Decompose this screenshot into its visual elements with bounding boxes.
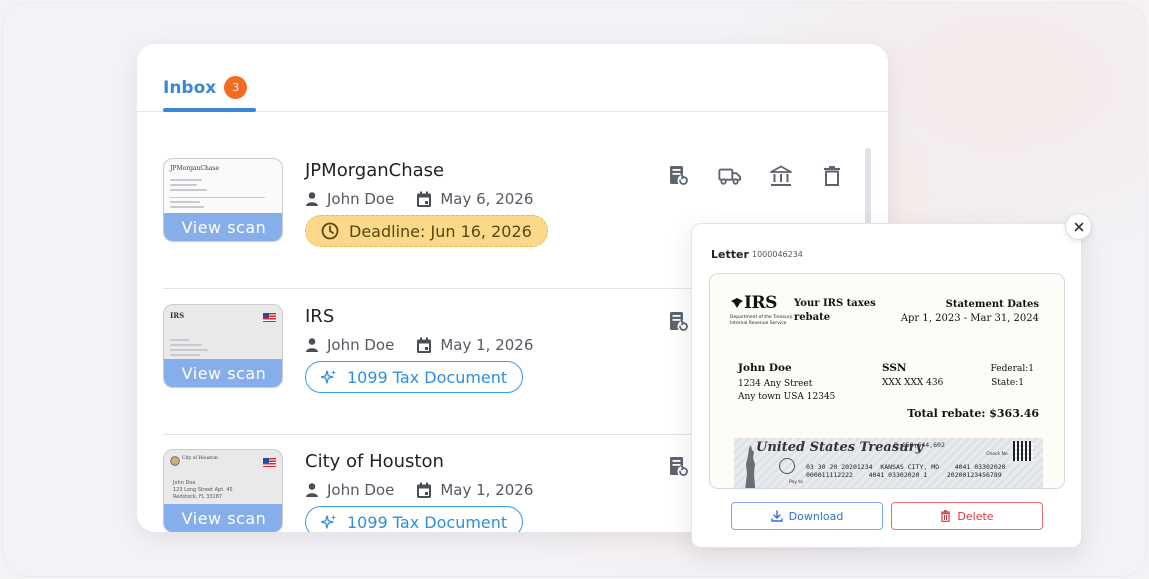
- recipient-name: John Doe: [327, 481, 395, 499]
- clock-icon: [321, 222, 339, 240]
- trash-icon[interactable]: [820, 164, 844, 188]
- sparkle-icon: [321, 370, 336, 384]
- view-scan-button[interactable]: View scan: [164, 504, 282, 532]
- thumbnail-address: John Doe 123 Long Street Apt. 45 Redstoc…: [173, 480, 233, 500]
- qr-code-icon: [1013, 441, 1033, 461]
- scan-thumbnail[interactable]: JPMorganChase View scan: [163, 158, 283, 242]
- download-icon: [770, 510, 783, 522]
- thumbnail-brand: IRS: [170, 311, 185, 320]
- person-icon: [306, 483, 318, 497]
- bank-deposit-icon[interactable]: [769, 164, 793, 188]
- download-button[interactable]: Download: [731, 502, 883, 530]
- thumbnail-brand: City of Houston: [182, 456, 218, 461]
- forward-scan-icon[interactable]: [667, 164, 691, 188]
- close-icon: [1074, 222, 1083, 231]
- person-icon: [306, 338, 318, 352]
- background-stage: Inbox 3 JPMorganChase View scan JPMorgan…: [2, 2, 1147, 577]
- calendar-icon: [417, 482, 432, 498]
- federal-count: Federal:1: [990, 364, 1034, 374]
- sparkle-icon: [321, 515, 336, 529]
- check-line: 000011112222 4041 03302020 1 20200123456…: [806, 471, 1002, 479]
- check-number: B 158,644,602: [894, 441, 945, 449]
- close-preview-button[interactable]: [1065, 213, 1092, 240]
- thumbnail-brand: JPMorganChase: [170, 165, 220, 172]
- treasury-check: United States Treasury B 158,644,602 Che…: [734, 438, 1043, 488]
- row-actions: [667, 310, 691, 334]
- letter-scan-image: IRS Department of the Treasury Internal …: [709, 273, 1065, 489]
- view-scan-button[interactable]: View scan: [164, 213, 282, 241]
- recipient-name: John Doe: [327, 190, 395, 208]
- ship-truck-icon[interactable]: [718, 164, 742, 188]
- view-scan-button[interactable]: View scan: [164, 359, 282, 387]
- city-seal-icon: [170, 456, 180, 466]
- check-line: 03 30 20 20201234 KANSAS CITY, MO 4041 0…: [806, 463, 1006, 471]
- letter-heading: Your IRS taxes rebate: [794, 298, 876, 323]
- calendar-icon: [417, 337, 432, 353]
- person-icon: [306, 192, 318, 206]
- active-tab-indicator: [163, 108, 256, 112]
- scan-thumbnail[interactable]: City of Houston John Doe 123 Long Street…: [163, 449, 283, 532]
- ssn-label: SSN: [882, 362, 907, 374]
- taxpayer-name: John Doe: [738, 362, 792, 374]
- row-actions: [667, 455, 691, 479]
- stamp-flag: [263, 313, 276, 322]
- sender-name: City of Houston: [305, 451, 444, 472]
- sender-name: IRS: [305, 306, 335, 327]
- row-actions: [667, 164, 844, 188]
- tab-inbox[interactable]: Inbox 3: [163, 76, 248, 99]
- deadline-label: Deadline: Jun 16, 2026: [349, 221, 532, 241]
- mail-meta: John Doe May 1, 2026: [305, 336, 533, 354]
- pay-to-label: Pay to: [789, 480, 803, 485]
- irs-department: Department of the Treasury Internal Reve…: [730, 315, 793, 326]
- calendar-icon: [417, 191, 432, 207]
- mail-meta: John Doe May 1, 2026: [305, 481, 533, 499]
- trash-icon: [941, 510, 951, 522]
- preview-title: Letter: [711, 248, 749, 261]
- mail-meta: John Doe May 6, 2026: [305, 190, 533, 208]
- recipient-name: John Doe: [327, 336, 395, 354]
- tax-document-chip[interactable]: 1099 Tax Document: [305, 361, 524, 393]
- irs-logo: IRS: [730, 293, 777, 313]
- delete-button[interactable]: Delete: [891, 502, 1043, 530]
- tax-document-chip[interactable]: 1099 Tax Document: [305, 506, 524, 532]
- deadline-chip[interactable]: Deadline: Jun 16, 2026: [305, 215, 548, 247]
- forward-scan-icon[interactable]: [667, 310, 691, 334]
- total-rebate: Total rebate: $363.46: [907, 407, 1039, 420]
- forward-scan-icon[interactable]: [667, 455, 691, 479]
- stamp-flag: [263, 458, 276, 467]
- scan-thumbnail[interactable]: IRS View scan: [163, 304, 283, 388]
- statement-dates-label: Statement Dates: [945, 299, 1039, 310]
- unread-count-badge: 3: [224, 76, 248, 99]
- tax-document-label: 1099 Tax Document: [347, 512, 508, 532]
- letter-preview-panel: Letter 1000046234 IRS Department of the …: [691, 223, 1082, 548]
- received-date: May 1, 2026: [440, 481, 534, 499]
- letter-id: 1000046234: [752, 250, 803, 259]
- tab-bar: Inbox 3: [137, 44, 888, 112]
- eagle-icon: [731, 298, 743, 308]
- treasury-seal-icon: [779, 458, 795, 474]
- taxpayer-address: 1234 Any Street Any town USA 12345: [738, 379, 836, 402]
- delete-label: Delete: [957, 509, 994, 523]
- tax-document-label: 1099 Tax Document: [347, 367, 508, 387]
- received-date: May 6, 2026: [440, 190, 534, 208]
- tab-inbox-label: Inbox: [163, 77, 217, 98]
- check-no-label: Check No.: [986, 452, 1009, 457]
- download-label: Download: [788, 509, 844, 523]
- sender-name: JPMorganChase: [305, 160, 445, 181]
- statement-dates: Apr 1, 2023 - Mar 31, 2024: [900, 313, 1039, 324]
- ssn-value: XXX XXX 436: [882, 378, 944, 388]
- state-count: State:1: [991, 378, 1024, 388]
- received-date: May 1, 2026: [440, 336, 534, 354]
